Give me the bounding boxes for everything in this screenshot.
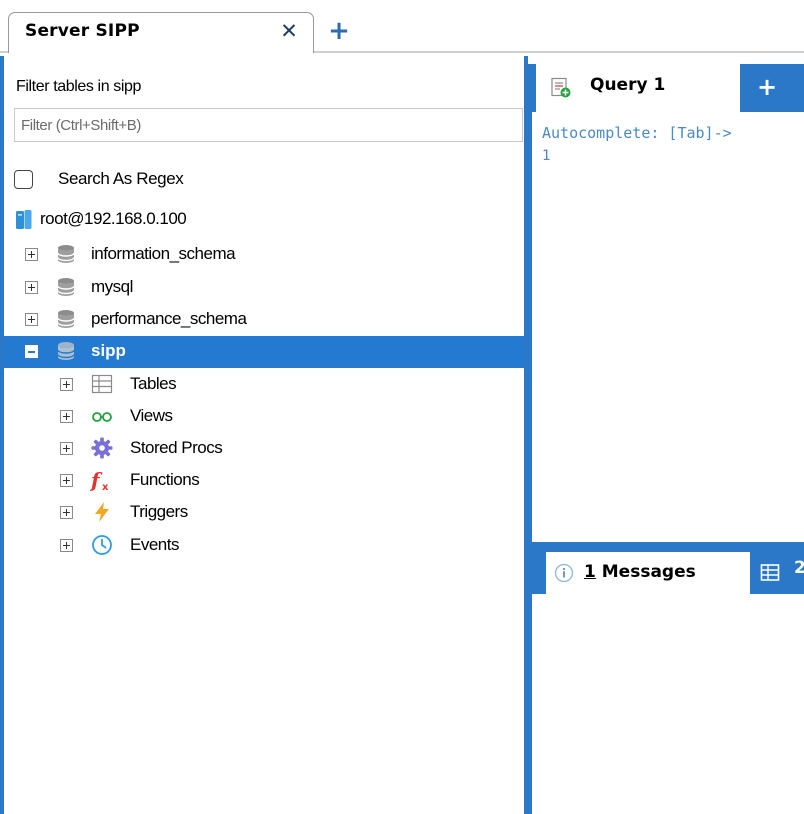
node-label: Triggers xyxy=(130,502,188,521)
database-icon xyxy=(57,245,75,263)
regex-checkbox-box[interactable] xyxy=(14,170,33,189)
grid-icon xyxy=(760,564,780,581)
expand-icon[interactable] xyxy=(60,539,73,552)
database-label: sipp xyxy=(91,341,126,360)
database-icon xyxy=(57,278,75,296)
tree-connection-root[interactable]: root@192.168.0.100 xyxy=(4,204,524,234)
clock-icon xyxy=(92,535,112,555)
server-tab-title: Server SIPP xyxy=(25,21,140,41)
tree-node-views[interactable]: Views xyxy=(4,401,524,431)
function-icon: f x xyxy=(90,468,109,492)
node-label: Stored Procs xyxy=(130,438,223,457)
autocomplete-hint: Autocomplete: [Tab]-> xyxy=(542,124,732,142)
tree-db-performance-schema[interactable]: performance_schema xyxy=(4,304,524,334)
node-label: Functions xyxy=(130,470,200,489)
expand-icon[interactable] xyxy=(25,313,38,326)
gear-icon xyxy=(91,437,113,459)
database-label: information_schema xyxy=(91,244,236,263)
database-icon xyxy=(57,310,75,328)
database-label: mysql xyxy=(91,277,133,296)
tree-db-sipp[interactable]: sipp xyxy=(4,336,524,368)
query-editor-area[interactable]: Query 1 + Autocomplete: [Tab]-> 1 xyxy=(528,64,804,546)
glasses-icon xyxy=(92,412,112,422)
new-tab-button[interactable]: + xyxy=(325,16,353,46)
connection-label: root@192.168.0.100 xyxy=(40,209,187,228)
new-query-button[interactable]: + xyxy=(752,72,782,102)
tab-result-grid[interactable]: 2 xyxy=(758,558,804,588)
tab-messages[interactable]: 1 Messages xyxy=(546,552,750,594)
search-as-regex-checkbox[interactable]: Search As Regex xyxy=(14,168,314,192)
messages-text: Messages xyxy=(601,562,696,582)
tree-db-information-schema[interactable]: information_schema xyxy=(4,239,524,269)
expand-icon[interactable] xyxy=(60,378,73,391)
query-tab-bar: Query 1 + xyxy=(532,64,804,112)
tree-node-tables[interactable]: Tables xyxy=(4,369,524,399)
node-label: Views xyxy=(130,406,173,425)
server-tab-strip: Server SIPP ✕ + xyxy=(0,0,804,53)
tree-node-triggers[interactable]: Triggers xyxy=(4,497,524,527)
tab-query-1[interactable]: Query 1 xyxy=(536,64,740,112)
expand-icon[interactable] xyxy=(60,506,73,519)
node-label: Tables xyxy=(130,374,177,393)
editor-panel: Query 1 + Autocomplete: [Tab]-> 1 1 Mess… xyxy=(528,56,804,814)
tree-db-mysql[interactable]: mysql xyxy=(4,272,524,302)
tree-node-events[interactable]: Events xyxy=(4,530,524,560)
results-tab-bar: 1 Messages 2 xyxy=(532,546,804,594)
database-label: performance_schema xyxy=(91,309,247,328)
server-connection-icon xyxy=(16,210,32,229)
expand-icon[interactable] xyxy=(60,410,73,423)
expand-icon[interactable] xyxy=(25,281,38,294)
grid-tab-number: 2 xyxy=(794,558,804,578)
node-label: Events xyxy=(130,535,179,554)
tree-node-functions[interactable]: f x Functions xyxy=(4,465,524,495)
filter-tables-input[interactable] xyxy=(14,108,523,142)
lightning-icon xyxy=(95,502,109,522)
regex-checkbox-label: Search As Regex xyxy=(58,169,184,188)
query-file-icon xyxy=(551,77,571,98)
expand-icon[interactable] xyxy=(60,474,73,487)
svg-text:x: x xyxy=(102,482,109,492)
query-tab-label: Query 1 xyxy=(590,75,666,95)
collapse-icon[interactable] xyxy=(25,345,38,358)
messages-count: 1 xyxy=(584,562,596,582)
expand-icon[interactable] xyxy=(60,442,73,455)
close-tab-icon[interactable]: ✕ xyxy=(277,18,301,44)
filter-label: Filter tables in sipp xyxy=(16,78,141,95)
expand-icon[interactable] xyxy=(25,248,38,261)
database-icon xyxy=(57,342,75,360)
object-browser-panel: Filter tables in sipp Search As Regex ro… xyxy=(0,56,528,814)
tree-node-stored-procs[interactable]: Stored Procs xyxy=(4,433,524,463)
table-icon xyxy=(91,374,113,394)
line-number: 1 xyxy=(542,148,551,164)
results-area: 1 Messages 2 xyxy=(528,546,804,814)
info-icon xyxy=(554,563,574,583)
messages-tab-label: 1 Messages xyxy=(584,562,696,582)
server-tab[interactable]: Server SIPP ✕ xyxy=(8,12,314,53)
